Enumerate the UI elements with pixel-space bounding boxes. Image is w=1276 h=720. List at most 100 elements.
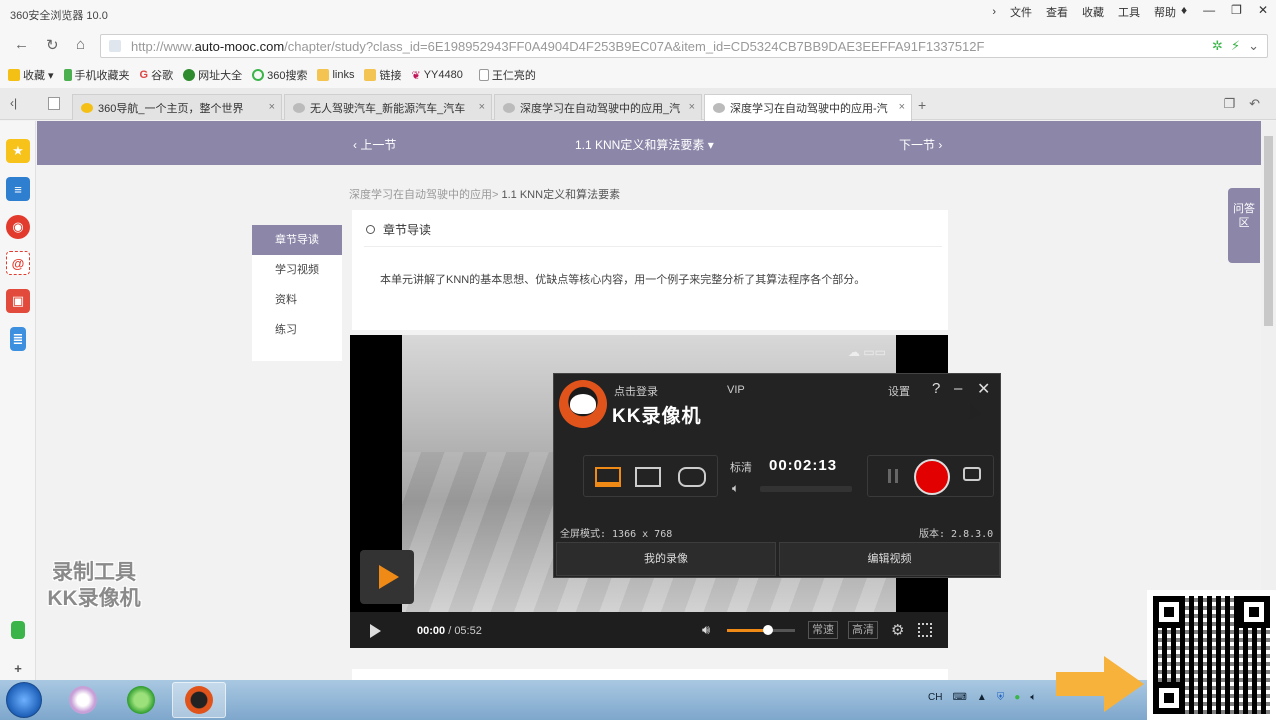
volume-icon[interactable]: 🔊︎ <box>702 622 710 638</box>
maximize-window-icon[interactable]: ❐ <box>1231 3 1242 17</box>
capture-mode-group <box>583 455 718 497</box>
arrow-overlay-icon <box>1056 656 1146 712</box>
speaker-icon[interactable]: 🔈︎ <box>732 481 739 496</box>
my-recordings-button[interactable]: 我的录像 <box>556 542 776 576</box>
taskbar-app-paint[interactable] <box>56 682 110 718</box>
fullscreen-icon[interactable] <box>918 623 932 637</box>
compat-mode-icon[interactable]: ✲ <box>1212 38 1223 54</box>
url-input[interactable]: http://www. auto-mooc.com/chapter/study?c… <box>100 34 1268 58</box>
menu-item-exercises[interactable]: 练习 <box>252 315 342 345</box>
tab-scroll-left-icon[interactable]: ‹| <box>10 96 17 110</box>
bookmark-links[interactable]: links <box>317 69 354 81</box>
new-tab-icon[interactable]: + <box>918 97 926 113</box>
prev-section-link[interactable]: ‹ 上一节 <box>353 136 396 153</box>
bookmark-links-cn[interactable]: 链接 <box>364 67 401 83</box>
keyboard-icon[interactable]: ⌨ <box>952 692 966 703</box>
tab-close-icon[interactable]: × <box>269 101 275 113</box>
record-button[interactable] <box>914 459 950 495</box>
camera-icon[interactable] <box>963 467 981 481</box>
play-button[interactable] <box>370 624 381 638</box>
favorites-star-icon[interactable]: ★ <box>6 139 30 163</box>
quality-label[interactable]: 标清 <box>730 459 752 475</box>
pause-icon[interactable] <box>888 469 898 483</box>
menu-help[interactable]: 帮助 <box>1154 4 1176 20</box>
mail-icon[interactable]: @ <box>6 251 30 275</box>
fullscreen-mode-icon[interactable] <box>595 467 621 487</box>
video-controls: 00:00 / 05:52 🔊︎ 常速 高清 ⚙ <box>350 612 948 648</box>
minimize-window-icon[interactable]: — <box>1203 3 1215 17</box>
game-mode-icon[interactable] <box>678 467 706 487</box>
edit-video-button[interactable]: 编辑视频 <box>779 542 1000 576</box>
qa-tab[interactable]: 问答区 <box>1228 188 1260 263</box>
news-icon[interactable]: ≡ <box>6 177 30 201</box>
speed-mode-icon[interactable]: ⚡ <box>1231 38 1240 54</box>
undo-close-icon[interactable]: ↶ <box>1249 96 1260 112</box>
menu-tools[interactable]: 工具 <box>1118 4 1140 20</box>
quality-button[interactable]: 高清 <box>848 621 878 639</box>
tab-360nav[interactable]: 360导航_一个主页，整个世界 × <box>72 94 282 120</box>
start-button[interactable] <box>6 682 42 718</box>
big-play-button[interactable] <box>360 550 414 604</box>
kk-logo-icon <box>559 380 607 428</box>
tab-close-icon[interactable]: × <box>479 101 485 113</box>
volume-knob[interactable] <box>762 625 773 635</box>
tab-close-icon[interactable]: × <box>689 101 695 113</box>
bookmark-360search[interactable]: 360搜索 <box>252 67 307 83</box>
region-mode-icon[interactable] <box>635 467 661 487</box>
taskbar-app-kk[interactable] <box>172 682 226 718</box>
menu-view[interactable]: 查看 <box>1046 4 1068 20</box>
menu-chevron-icon[interactable]: › <box>992 6 996 18</box>
bookmark-wang[interactable]: 王仁亮的 <box>478 67 536 83</box>
tray-expand-icon[interactable]: ▲ <box>977 692 987 703</box>
bookmark-google[interactable]: G 谷歌 <box>140 67 174 83</box>
menu-favorites[interactable]: 收藏 <box>1082 4 1104 20</box>
close-window-icon[interactable]: ✕ <box>1258 3 1268 17</box>
speed-button[interactable]: 常速 <box>808 621 838 639</box>
chapter-selector[interactable]: 1.1 KNN定义和算法要素 ▾ <box>575 136 714 153</box>
add-sidebar-icon[interactable]: + <box>6 656 30 680</box>
game-icon[interactable]: ▣ <box>6 289 30 313</box>
tab-favicon <box>81 102 93 113</box>
help-icon[interactable]: ? <box>932 380 940 397</box>
vip-label[interactable]: VIP <box>727 384 745 396</box>
url-dropdown-icon[interactable]: ⌄ <box>1248 38 1259 54</box>
close-icon[interactable]: ✕ <box>977 379 990 399</box>
divider <box>364 246 942 247</box>
bookmark-sites[interactable]: 网址大全 <box>183 67 242 83</box>
home-icon[interactable]: ⌂ <box>76 36 85 53</box>
weibo-icon[interactable]: ◉ <box>6 215 30 239</box>
bookmark-yy4480[interactable]: ❦ YY4480 <box>411 69 462 82</box>
gear-icon[interactable]: ⚙ <box>891 621 904 639</box>
tab-autonomous-cars[interactable]: 无人驾驶汽车_新能源汽车_汽车 × <box>284 94 492 120</box>
menu-file[interactable]: 文件 <box>1010 4 1032 20</box>
bookmarks-bar: 收藏 ▾ 手机收藏夹 G 谷歌 网址大全 360搜索 links 链接 ❦ YY44… <box>0 62 1276 88</box>
refresh-icon[interactable]: ↻ <box>46 36 59 54</box>
guide-card: 章节导读 本单元讲解了KNN的基本思想、优缺点等核心内容，用一个例子来完整分析了… <box>352 210 948 330</box>
minimize-icon[interactable]: – <box>954 380 962 397</box>
menu-item-materials[interactable]: 资料 <box>252 285 342 315</box>
menu-item-video[interactable]: 学习视频 <box>252 255 342 285</box>
breadcrumb-parent[interactable]: 深度学习在自动驾驶中的应用> <box>349 189 498 201</box>
taskbar-app-360browser[interactable] <box>114 682 168 718</box>
tray-360-icon[interactable]: ● <box>1014 692 1020 703</box>
notes-icon[interactable]: ≣ <box>10 327 26 351</box>
tray-language[interactable]: CH <box>928 692 942 703</box>
volume-tray-icon[interactable]: 🔈︎ <box>1030 692 1036 703</box>
tab-list-icon[interactable] <box>48 97 60 110</box>
login-link[interactable]: 点击登录 <box>614 383 658 399</box>
menu-item-guide[interactable]: 章节导读 <box>252 225 342 255</box>
tab-deep-learning-active[interactable]: 深度学习在自动驾驶中的应用-汽 × <box>704 94 912 121</box>
bookmark-favorites[interactable]: 收藏 ▾ <box>8 67 54 83</box>
battery-icon[interactable] <box>11 621 25 639</box>
bookmark-mobile[interactable]: 手机收藏夹 <box>63 67 130 83</box>
back-icon[interactable]: ← <box>14 36 29 53</box>
scrollbar-thumb[interactable] <box>1264 136 1273 326</box>
tab-close-icon[interactable]: × <box>899 101 905 113</box>
restore-tabs-icon[interactable]: ❐ <box>1223 96 1235 112</box>
volume-slider[interactable] <box>727 625 795 635</box>
settings-link[interactable]: 设置 <box>888 383 910 399</box>
shield-tray-icon[interactable]: ⛨ <box>997 692 1005 703</box>
tab-deep-learning-1[interactable]: 深度学习在自动驾驶中的应用_汽 × <box>494 94 702 120</box>
next-section-link[interactable]: 下一节 › <box>899 136 942 153</box>
skin-icon[interactable]: ♦ <box>1181 3 1187 17</box>
